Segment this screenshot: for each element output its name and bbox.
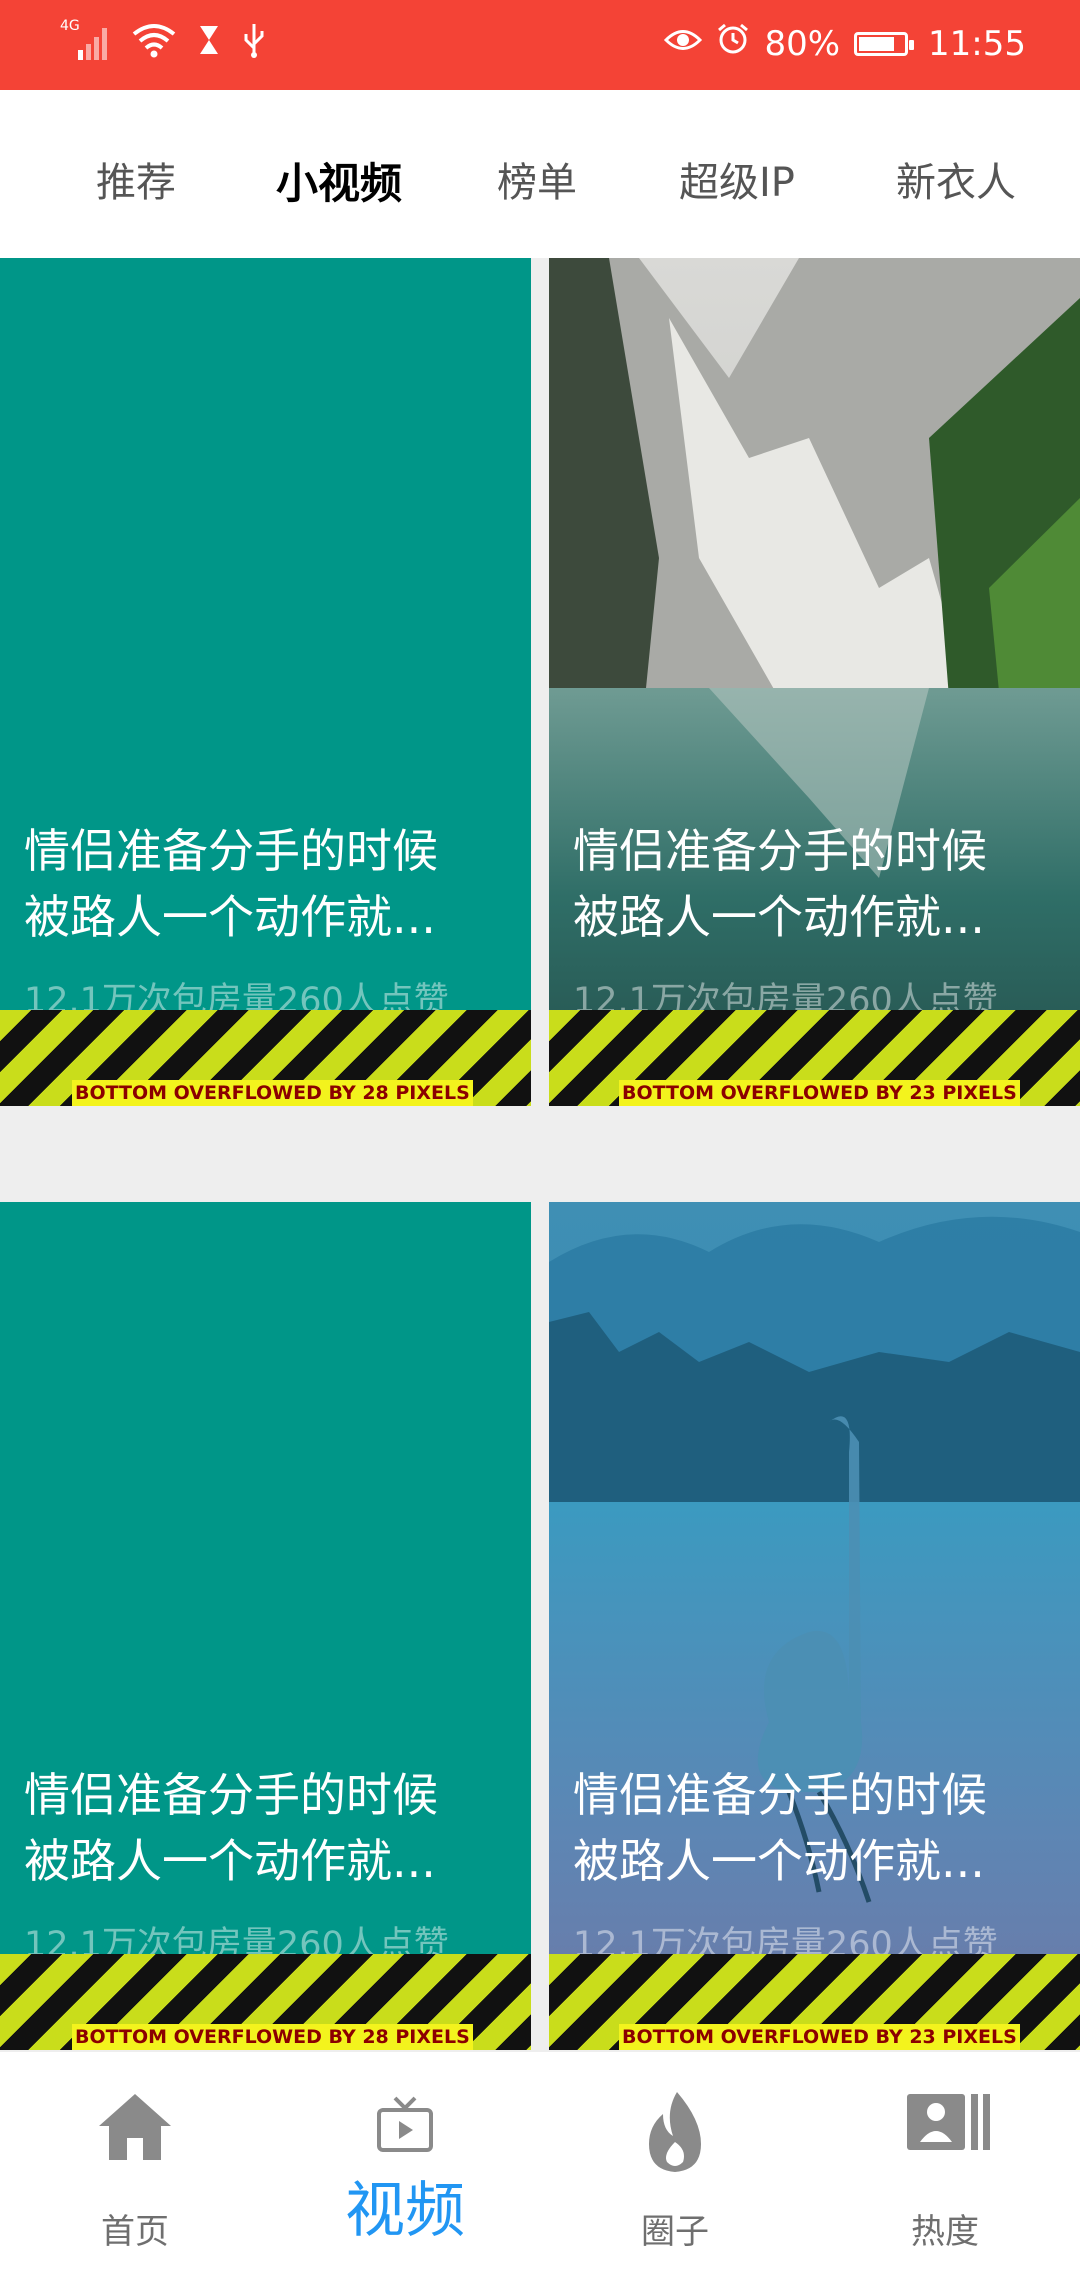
- tab-recommend[interactable]: 推荐: [96, 150, 176, 208]
- signal-icon: 4G: [60, 18, 110, 62]
- overflow-warning: BOTTOM OVERFLOWED BY 28 PIXELS: [0, 1954, 531, 2050]
- video-grid: 情侣准备分手的时候 被路人一个动作就... 12.1万次包房量260人点赞 BO…: [0, 258, 1080, 2052]
- nav-heat-label: 热度: [911, 2212, 979, 2252]
- top-tab-bar: 推荐 小视频 榜单 超级IP 新衣人: [0, 90, 1080, 258]
- status-right-icons: 80% 11:55: [664, 22, 1026, 65]
- tab-ranking[interactable]: 榜单: [497, 150, 577, 208]
- overflow-warning-label: BOTTOM OVERFLOWED BY 23 PIXELS: [619, 1080, 1020, 1106]
- profile-card-icon: [905, 2090, 991, 2166]
- overflow-warning-label: BOTTOM OVERFLOWED BY 28 PIXELS: [72, 1080, 473, 1106]
- hourglass-icon: [198, 24, 220, 60]
- tab-short-video[interactable]: 小视频: [276, 150, 402, 211]
- overflow-warning: BOTTOM OVERFLOWED BY 23 PIXELS: [549, 1010, 1080, 1106]
- overflow-warning: BOTTOM OVERFLOWED BY 23 PIXELS: [549, 1954, 1080, 2050]
- home-icon: [97, 2090, 173, 2166]
- video-card[interactable]: 情侣准备分手的时候 被路人一个动作就... 12.1万次包房量260人点赞 BO…: [0, 258, 531, 1106]
- battery-icon: [854, 31, 915, 56]
- overflow-warning-label: BOTTOM OVERFLOWED BY 28 PIXELS: [72, 2024, 473, 2050]
- status-bar: 4G 80% 11:55: [0, 0, 1080, 90]
- battery-level-fill: [859, 36, 895, 51]
- alarm-icon: [716, 22, 750, 65]
- nav-video[interactable]: 视频: [270, 2052, 540, 2280]
- wifi-icon: [132, 22, 176, 62]
- nav-circle[interactable]: 圈子: [540, 2052, 810, 2280]
- video-title: 情侣准备分手的时候 被路人一个动作就...: [24, 824, 438, 944]
- video-title: 情侣准备分手的时候 被路人一个动作就...: [573, 824, 987, 944]
- nav-circle-label: 圈子: [641, 2212, 709, 2252]
- video-card[interactable]: 情侣准备分手的时候 被路人一个动作就... 12.1万次包房量260人点赞 BO…: [549, 1202, 1080, 2050]
- video-title: 情侣准备分手的时候 被路人一个动作就...: [573, 1768, 987, 1888]
- eye-icon: [664, 24, 703, 64]
- nav-heat[interactable]: 热度: [810, 2052, 1080, 2280]
- flame-icon: [637, 2090, 713, 2172]
- video-card[interactable]: 情侣准备分手的时候 被路人一个动作就... 12.1万次包房量260人点赞 BO…: [0, 1202, 531, 2050]
- tab-new-outfit[interactable]: 新衣人: [896, 150, 1016, 208]
- overflow-warning-label: BOTTOM OVERFLOWED BY 23 PIXELS: [619, 2024, 1020, 2050]
- tab-super-ip[interactable]: 超级IP: [679, 150, 795, 208]
- bottom-navigation: 首页 视频 圈子 热度: [0, 2052, 1080, 2280]
- overflow-warning: BOTTOM OVERFLOWED BY 28 PIXELS: [0, 1010, 531, 1106]
- clock: 11:55: [928, 23, 1026, 64]
- tv-icon: [375, 2096, 435, 2156]
- usb-icon: [242, 22, 266, 62]
- status-left-icons: 4G: [60, 18, 266, 62]
- nav-home-label: 首页: [101, 2212, 169, 2252]
- nav-video-label: 视频: [345, 2176, 465, 2246]
- battery-percent: 80%: [764, 23, 841, 64]
- nav-home[interactable]: 首页: [0, 2052, 270, 2280]
- video-card[interactable]: 情侣准备分手的时候 被路人一个动作就... 12.1万次包房量260人点赞 BO…: [549, 258, 1080, 1106]
- video-title: 情侣准备分手的时候 被路人一个动作就...: [24, 1768, 438, 1888]
